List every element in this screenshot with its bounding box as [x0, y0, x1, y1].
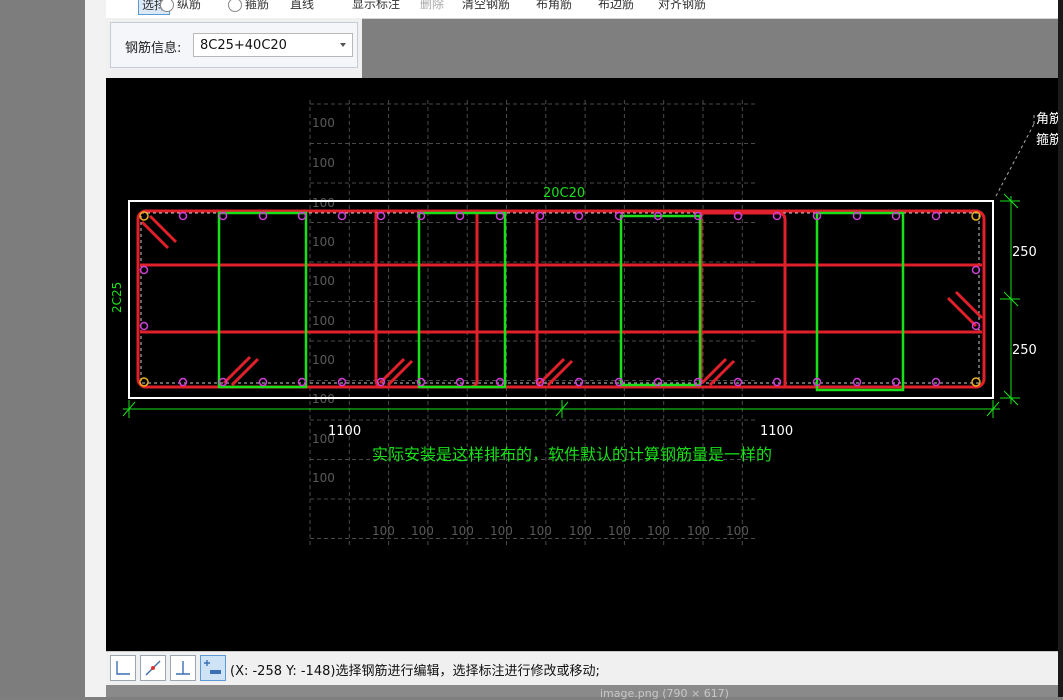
- clear-rebar-button[interactable]: 清空钢筋: [462, 0, 510, 13]
- grid-label: 100: [687, 524, 710, 538]
- grid-label: 100: [312, 235, 335, 249]
- grid-label: 100: [608, 524, 631, 538]
- canvas-background: [106, 78, 1063, 651]
- stirrup-radio[interactable]: 箍筋: [228, 0, 269, 13]
- perpendicular-button[interactable]: [170, 655, 196, 681]
- snap-line-button[interactable]: [140, 655, 166, 681]
- grid-label: 100: [312, 353, 335, 367]
- dimension-mode-button[interactable]: [200, 655, 226, 681]
- cursor-coords: (X: -258 Y: -148): [230, 664, 336, 679]
- perpendicular-icon: [176, 661, 190, 675]
- radio-icon: [228, 0, 242, 12]
- status-bar: (X: -258 Y: -148)选择钢筋进行编辑，选择标注进行修改或移动;: [106, 651, 1063, 686]
- radio-icon: [160, 0, 174, 12]
- grid-label: 100: [372, 524, 395, 538]
- grid-label: 100: [490, 524, 513, 538]
- panel-edge: [85, 0, 106, 697]
- grid-label: 100: [312, 116, 335, 130]
- dimension-mode-icon: [204, 660, 221, 674]
- rebar-info-value: 8C25+40C20: [200, 38, 287, 53]
- radio-label: 纵筋: [177, 0, 202, 11]
- grid-label: 100: [647, 524, 670, 538]
- rebar-info-box: 钢筋信息: 8C25+40C20: [110, 22, 358, 68]
- delete-button[interactable]: 删除: [420, 0, 444, 13]
- left-gutter: [0, 0, 85, 697]
- line-mode-button[interactable]: 直线: [290, 0, 314, 13]
- grid-label: 100: [312, 314, 335, 328]
- grid-label: 100: [312, 196, 335, 210]
- show-dimension-button[interactable]: 显示标注: [352, 0, 400, 13]
- align-rebar-button[interactable]: 对齐钢筋: [658, 0, 706, 13]
- grid-label: 100: [726, 524, 749, 538]
- grid-label: 100: [569, 524, 592, 538]
- dimension-label-right[interactable]: 1100: [760, 424, 793, 439]
- grid-label: 100: [411, 524, 434, 538]
- top-rebar-label[interactable]: 20C20: [543, 186, 585, 201]
- grid-label: 100: [451, 524, 474, 538]
- ortho-icon: [116, 661, 130, 675]
- dimension-label-left[interactable]: 1100: [328, 424, 361, 439]
- grid-label: 100: [312, 274, 335, 288]
- chevron-down-icon: [340, 43, 346, 47]
- side-rebar-label[interactable]: 2C25: [110, 282, 124, 313]
- longitudinal-rebar-radio[interactable]: 纵筋: [160, 0, 201, 13]
- outer-frame-bottom: [106, 685, 1063, 697]
- grid-label: 100: [529, 524, 552, 538]
- rebar-info-panel: 钢筋信息: 8C25+40C20: [106, 18, 362, 78]
- drawing-canvas[interactable]: 100 100 100 100 100 100 100 100 100 100 …: [106, 78, 1063, 651]
- radio-label: 箍筋: [245, 0, 270, 11]
- corner-rebar-button[interactable]: 布角筋: [536, 0, 572, 13]
- rebar-info-select[interactable]: 8C25+40C20: [193, 33, 353, 57]
- grid-label: 100: [312, 156, 335, 170]
- edge-rebar-button[interactable]: 布边筋: [598, 0, 634, 13]
- snap-line-icon: [145, 660, 161, 676]
- status-hint: 选择钢筋进行编辑，选择标注进行修改或移动;: [335, 664, 600, 679]
- status-message: (X: -258 Y: -148)选择钢筋进行编辑，选择标注进行修改或移动;: [230, 660, 600, 679]
- outer-frame-right: [1058, 0, 1063, 697]
- ortho-mode-button[interactable]: [110, 655, 136, 681]
- rebar-info-label: 钢筋信息:: [125, 41, 182, 56]
- drawing-toolbar: 选择 纵筋 箍筋 直线 显示标注 删除 清空钢筋 布角筋 布边筋 对齐钢筋: [106, 0, 1063, 19]
- dimension-label-upper[interactable]: 250: [1012, 245, 1037, 260]
- image-caption: image.png (790 × 617): [600, 687, 729, 700]
- annotation-text: 实际安装是这样排布的，软件默认的计算钢筋量是一样的: [372, 445, 772, 464]
- grid-label: 100: [312, 471, 335, 485]
- dimension-label-lower[interactable]: 250: [1012, 343, 1037, 358]
